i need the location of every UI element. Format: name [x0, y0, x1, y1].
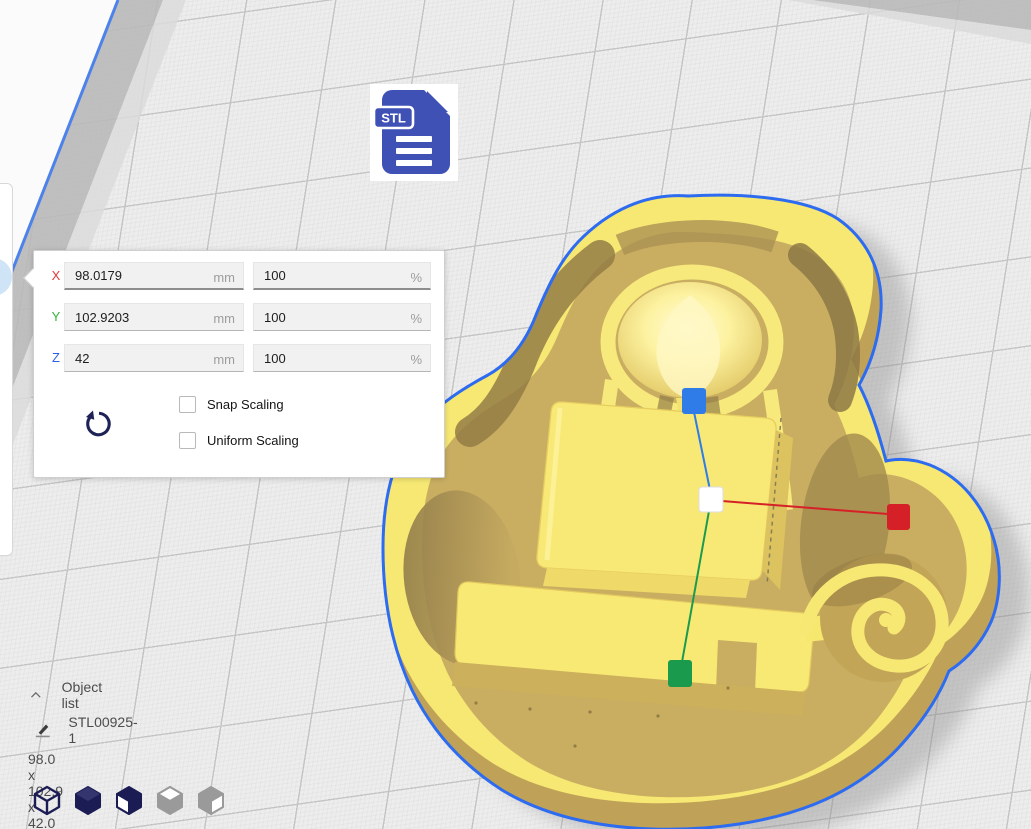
scale-y-mm-input[interactable]: [65, 304, 243, 330]
cube-gray-open-side-icon[interactable]: [196, 785, 226, 816]
cube-solid-icon[interactable]: [73, 785, 103, 816]
axis-z-label: Z: [49, 350, 63, 365]
stl-file-icon: STL: [370, 84, 458, 181]
scale-z-percent-input[interactable]: [254, 345, 430, 371]
uniform-scaling-checkbox[interactable]: [179, 432, 196, 449]
scale-tool-panel: X mm % Y mm % Z mm: [33, 250, 445, 478]
object-list-header[interactable]: Object list: [30, 679, 106, 711]
scale-handle-center[interactable]: [699, 487, 723, 512]
snap-scaling-label: Snap Scaling: [207, 397, 284, 412]
scale-z-mm-input[interactable]: [65, 345, 243, 371]
3d-viewport[interactable]: STL X mm % Y mm: [0, 0, 1031, 829]
axis-x-label: X: [49, 268, 63, 283]
axis-y-label: Y: [49, 309, 63, 324]
scale-handle-z[interactable]: [682, 388, 706, 414]
object-list-title: Object list: [62, 679, 107, 711]
scale-row-x: X mm %: [34, 262, 444, 290]
snap-scaling-checkbox[interactable]: [179, 396, 196, 413]
uniform-scaling-row: Uniform Scaling: [179, 431, 299, 449]
cube-wireframe-icon[interactable]: [32, 785, 62, 816]
scale-row-y: Y mm %: [34, 303, 444, 331]
scale-x-percent-input[interactable]: [254, 263, 430, 288]
snap-scaling-row: Snap Scaling: [179, 395, 284, 413]
scale-x-mm-input[interactable]: [65, 263, 243, 288]
chevron-up-icon: [30, 689, 42, 701]
scale-handle-x[interactable]: [887, 504, 910, 530]
tool-sidebar-edge[interactable]: [0, 183, 13, 556]
reset-scale-icon[interactable]: [84, 408, 114, 440]
active-tool-highlight: [0, 258, 12, 296]
cube-open-left-face-icon[interactable]: [114, 785, 144, 816]
pencil-edit-icon: [34, 720, 52, 740]
object-list-item[interactable]: STL00925-1: [34, 714, 139, 746]
scale-row-z: Z mm %: [34, 344, 444, 372]
uniform-scaling-label: Uniform Scaling: [207, 433, 299, 448]
model-3d[interactable]: [375, 169, 999, 829]
scale-handle-y[interactable]: [668, 660, 692, 687]
object-name: STL00925-1: [68, 714, 139, 746]
cube-gray-open-top-icon[interactable]: [155, 785, 185, 816]
scale-y-percent-input[interactable]: [254, 304, 430, 330]
mesh-type-toolbar: [32, 785, 226, 816]
stl-label: STL: [381, 111, 406, 126]
